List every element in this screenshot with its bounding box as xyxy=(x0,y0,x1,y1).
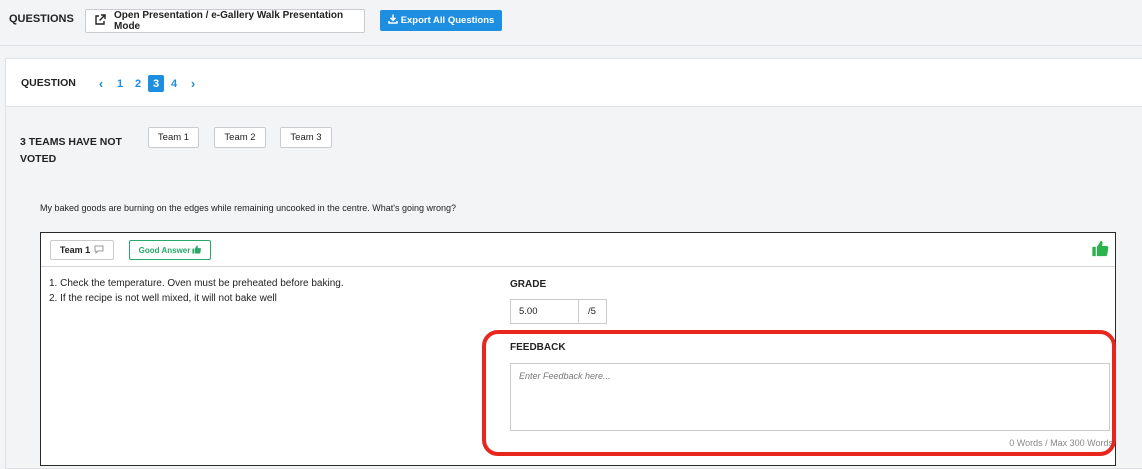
question-page-1[interactable]: 1 xyxy=(112,75,128,92)
not-voted-team-3[interactable]: Team 3 xyxy=(280,127,332,148)
prev-question-chevron-icon[interactable]: ‹ xyxy=(92,75,110,92)
open-presentation-button[interactable]: Open Presentation / e-Gallery Walk Prese… xyxy=(85,9,365,33)
answer-line-2: 2. If the recipe is not well mixed, it w… xyxy=(49,293,277,304)
grade-label: GRADE xyxy=(510,279,547,290)
question-label: QUESTION xyxy=(21,77,76,89)
teams-not-voted-status: 3 TEAMS HAVE NOT VOTED xyxy=(20,136,122,165)
answer-line-1: 1. Check the temperature. Oven must be p… xyxy=(49,278,344,289)
thumbs-up-icon xyxy=(192,244,202,256)
answer-card: Team 1 Good Answer 1. Check the temperat… xyxy=(40,232,1116,466)
not-voted-team-2[interactable]: Team 2 xyxy=(214,127,266,148)
question-page-2[interactable]: 2 xyxy=(130,75,146,92)
question-page-3-current[interactable]: 3 xyxy=(148,75,164,92)
export-all-questions-button[interactable]: Export All Questions xyxy=(380,10,502,31)
comment-icon[interactable] xyxy=(94,245,104,256)
good-answer-label: Good Answer xyxy=(138,245,191,255)
question-text: My baked goods are burning on the edges … xyxy=(40,203,456,213)
next-question-chevron-icon[interactable]: › xyxy=(184,75,202,92)
not-voted-team-1[interactable]: Team 1 xyxy=(148,127,199,148)
question-page-4[interactable]: 4 xyxy=(166,75,182,92)
good-answer-button[interactable]: Good Answer xyxy=(129,240,211,260)
external-link-icon xyxy=(94,13,106,29)
question-panel: QUESTION ‹ 1 2 3 4 › 3 TEAMS HAVE NOT VO… xyxy=(5,58,1142,469)
question-nav-bar: QUESTION ‹ 1 2 3 4 › xyxy=(6,59,1142,107)
grade-max-label: /5 xyxy=(588,306,596,317)
export-all-questions-label: Export All Questions xyxy=(400,15,495,26)
feedback-label: FEEDBACK xyxy=(510,342,566,353)
grade-field: 5.00 /5 xyxy=(510,299,607,324)
answer-text: 1. Check the temperature. Oven must be p… xyxy=(49,276,344,306)
page-title: QUESTIONS xyxy=(9,13,74,25)
answer-card-header: Team 1 Good Answer xyxy=(41,233,1115,267)
answer-team-tag[interactable]: Team 1 xyxy=(50,240,114,260)
feedback-input[interactable] xyxy=(510,363,1110,431)
download-icon xyxy=(387,14,398,27)
feedback-word-count: 0 Words / Max 300 Words xyxy=(1009,438,1113,448)
grade-input[interactable]: 5.00 xyxy=(511,300,579,323)
question-pager: ‹ 1 2 3 4 › xyxy=(92,75,204,92)
open-presentation-label: Open Presentation / e-Gallery Walk Prese… xyxy=(114,10,344,32)
answer-team-name: Team 1 xyxy=(59,245,91,255)
top-toolbar: QUESTIONS Open Presentation / e-Gallery … xyxy=(0,0,1142,46)
like-thumbs-up-icon[interactable] xyxy=(1091,240,1109,262)
